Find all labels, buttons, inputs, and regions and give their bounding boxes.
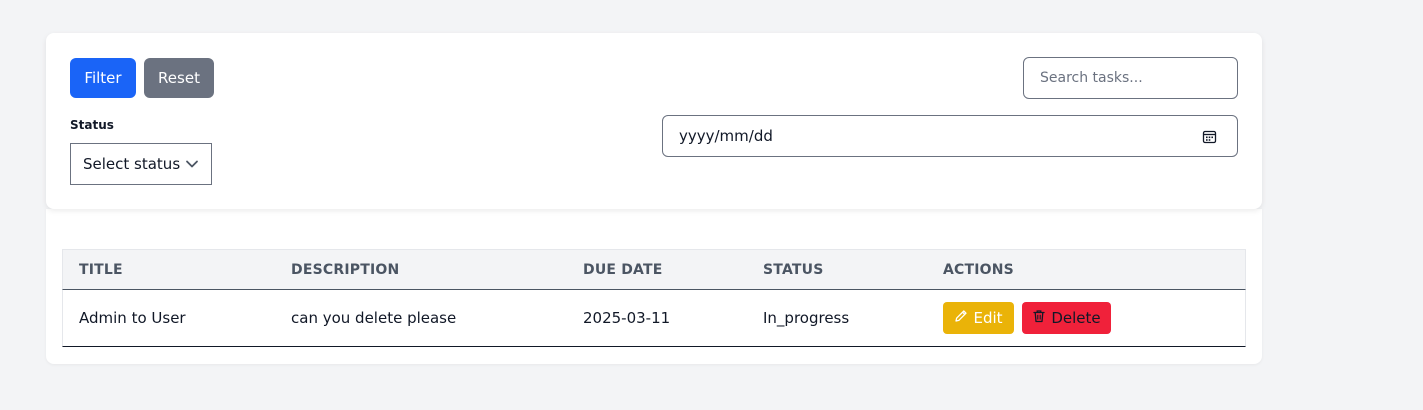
edit-button[interactable]: Edit: [943, 302, 1014, 334]
column-header-actions: ACTIONS: [943, 261, 1014, 278]
column-header-status: STATUS: [763, 261, 824, 278]
filter-panel: Filter Reset Status Select status yyyy/m…: [46, 33, 1262, 209]
date-placeholder: yyyy/mm/dd: [679, 127, 773, 145]
due-date-input[interactable]: yyyy/mm/dd: [662, 115, 1238, 157]
task-status: In_progress: [763, 309, 850, 327]
chevron-down-icon: [185, 157, 199, 175]
status-select-value: Select status: [83, 155, 181, 173]
task-due-date: 2025-03-11: [583, 309, 671, 327]
search-input[interactable]: [1023, 57, 1238, 99]
status-label: Status: [70, 118, 114, 132]
column-header-title: TITLE: [79, 261, 123, 278]
filter-button[interactable]: Filter: [70, 58, 136, 98]
task-description: can you delete please: [291, 309, 457, 327]
trash-icon: [1032, 309, 1046, 327]
page: Filter Reset Status Select status yyyy/m…: [0, 0, 1423, 410]
reset-button[interactable]: Reset: [144, 58, 214, 98]
table-header-row: TITLE DESCRIPTION DUE DATE STATUS ACTION…: [62, 249, 1246, 290]
tasks-table-panel: TITLE DESCRIPTION DUE DATE STATUS ACTION…: [46, 209, 1262, 364]
table-row: Admin to User can you delete please 2025…: [62, 290, 1246, 347]
calendar-icon[interactable]: [1202, 129, 1217, 148]
pencil-icon: [954, 309, 968, 327]
delete-button[interactable]: Delete: [1022, 302, 1111, 334]
status-select[interactable]: Select status: [70, 143, 212, 185]
tasks-table: TITLE DESCRIPTION DUE DATE STATUS ACTION…: [62, 249, 1246, 347]
column-header-description: DESCRIPTION: [291, 261, 400, 278]
delete-button-label: Delete: [1051, 309, 1101, 327]
edit-button-label: Edit: [973, 309, 1003, 327]
task-title: Admin to User: [79, 309, 186, 327]
column-header-due-date: DUE DATE: [583, 261, 663, 278]
